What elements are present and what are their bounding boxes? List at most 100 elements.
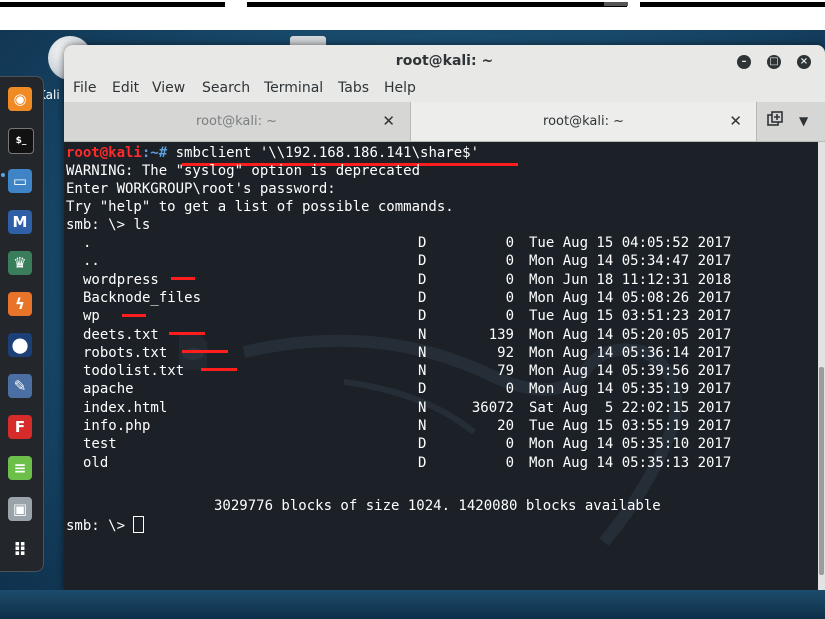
listing-date: Mon Jun 18 11:12:31 2018 (529, 271, 732, 288)
listing-type: D (418, 454, 427, 471)
listing-type: D (418, 436, 427, 453)
listing-type: D (418, 308, 427, 325)
listing-date: Tue Aug 15 03:51:23 2017 (529, 308, 732, 325)
listing-name: .. (83, 253, 100, 270)
output-line: smb: \> ls (66, 217, 151, 233)
listing-type: N (418, 418, 427, 434)
running-indicator (1, 173, 5, 177)
beef-icon[interactable]: ✎ (8, 374, 32, 398)
output-line: Try "help" to get a list of possible com… (66, 199, 454, 215)
top-bar-indicator (604, 2, 628, 6)
listing-size: 0 (505, 436, 514, 453)
command-text: smbclient '\\192.168.186.141\share$' (167, 145, 480, 161)
tab-label: root@kali: ~ (543, 114, 624, 129)
leafpad-icon[interactable]: ≡ (8, 456, 32, 480)
menu-help[interactable]: Help (384, 80, 416, 96)
listing-size: 0 (505, 271, 514, 288)
listing-date: Mon Aug 14 05:20:05 2017 (529, 326, 732, 343)
burpsuite-icon[interactable]: ϟ (8, 292, 32, 316)
listing-date: Mon Aug 14 05:36:14 2017 (529, 344, 732, 361)
listing-date: Mon Aug 14 05:08:26 2017 (529, 289, 732, 306)
highlight-underline-wordpress (171, 277, 195, 280)
listing-type: N (418, 326, 427, 343)
listing-size: 0 (505, 308, 514, 325)
top-bar-segment (0, 2, 225, 7)
listing-size: 0 (505, 289, 514, 306)
window-title: root@kali: ~ (395, 53, 494, 69)
listing-type: D (418, 289, 427, 306)
listing-name: robots.txt (83, 344, 168, 361)
desktop-bottom (0, 590, 825, 619)
maximize-button[interactable]: □ (767, 55, 781, 69)
listing-size: 139 (488, 326, 514, 343)
highlight-underline-robots (182, 350, 228, 353)
files-icon[interactable]: ▭ (8, 169, 32, 193)
smb-prompt-line: smb: \> (66, 516, 145, 534)
metasploit-icon[interactable]: M (8, 210, 32, 234)
show-apps-icon[interactable]: ⠿ (8, 538, 32, 562)
tab-close-icon[interactable]: ✕ (729, 112, 742, 130)
command-line: root@kali:~# smbclient '\\192.168.186.14… (66, 144, 479, 162)
maltego-icon[interactable]: ⬤ (8, 333, 32, 357)
highlight-underline-deets (169, 332, 205, 335)
listing-name: wp (83, 308, 100, 325)
screenshot-icon[interactable]: ▣ (8, 497, 32, 521)
listing-date: Mon Aug 14 05:35:13 2017 (529, 454, 732, 471)
tab-2[interactable]: root@kali: ~ ✕ (410, 102, 757, 141)
listing-name: wordpress (83, 271, 159, 288)
listing-name: index.html (83, 399, 168, 416)
listing-size: 36072 (471, 399, 514, 416)
listing-date: Mon Aug 14 05:35:10 2017 (529, 436, 732, 453)
menu-file[interactable]: File (73, 80, 96, 96)
listing-name: info.php (83, 418, 151, 434)
listing-type: N (418, 399, 427, 416)
firefox-icon[interactable]: ◉ (8, 87, 32, 111)
listing-name: . (83, 235, 92, 251)
listing-size: 20 (497, 418, 514, 434)
prompt-path: :~# (141, 145, 168, 161)
listing-size: 0 (505, 253, 514, 270)
menu-view[interactable]: View (152, 80, 185, 96)
listing-name: apache (83, 381, 134, 398)
listing-type: D (418, 253, 427, 270)
listing-type: N (418, 344, 427, 361)
scrollbar[interactable] (818, 142, 825, 590)
dock: ◉ $_ ▭ M ♛ ϟ ⬤ ✎ F ≡ ▣ ⠿ (0, 76, 44, 572)
highlight-underline-wp (122, 314, 146, 317)
close-button[interactable]: × (797, 55, 811, 69)
terminal-content[interactable]: root@kali:~# smbclient '\\192.168.186.14… (64, 142, 818, 590)
faraday-icon[interactable]: F (8, 415, 32, 439)
menu-bar: File Edit View Search Terminal Tabs Help (64, 78, 825, 102)
top-bar-segment (640, 2, 825, 7)
new-tab-icon[interactable] (767, 111, 785, 129)
listing-size: 0 (505, 381, 514, 398)
menu-tabs[interactable]: Tabs (338, 80, 369, 96)
listing-size: 0 (505, 454, 514, 471)
listing-date: Mon Aug 14 05:34:47 2017 (529, 253, 732, 270)
listing-type: N (418, 363, 427, 380)
listing-type: D (418, 235, 427, 251)
minimize-button[interactable]: – (737, 55, 751, 69)
title-bar[interactable]: root@kali: ~ – □ × (64, 45, 825, 78)
scrollbar-thumb[interactable] (819, 367, 824, 575)
terminal-window: root@kali: ~ – □ × File Edit View Search Ter… (64, 45, 825, 590)
listing-date: Mon Aug 14 05:39:56 2017 (529, 363, 732, 380)
listing-name: test (83, 436, 117, 453)
listing-date: Tue Aug 15 03:55:19 2017 (529, 418, 732, 434)
terminal-icon[interactable]: $_ (8, 128, 34, 154)
tab-close-icon[interactable]: ✕ (382, 112, 395, 130)
text-cursor (133, 516, 145, 533)
menu-terminal[interactable]: Terminal (264, 80, 323, 96)
tab-label: root@kali: ~ (196, 114, 277, 129)
smb-prompt: smb: \> (66, 518, 134, 534)
tab-menu-chevron-icon[interactable]: ▼ (799, 114, 808, 128)
tab-1[interactable]: root@kali: ~ ✕ (64, 102, 409, 141)
prompt-user: root@kali (66, 145, 142, 161)
listing-date: Sat Aug 5 22:02:15 2017 (529, 399, 732, 416)
listing-name: deets.txt (83, 326, 159, 343)
top-bar-segment (247, 2, 627, 7)
menu-search[interactable]: Search (202, 80, 250, 96)
menu-edit[interactable]: Edit (112, 80, 139, 96)
listing-size: 79 (497, 363, 514, 380)
armitage-icon[interactable]: ♛ (8, 251, 32, 275)
